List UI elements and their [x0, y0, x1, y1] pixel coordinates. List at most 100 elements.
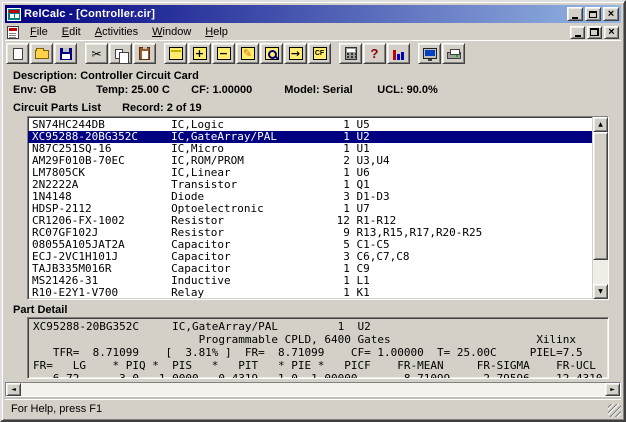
maximize-icon [589, 11, 597, 18]
record-card-button[interactable] [164, 43, 187, 64]
env-value: Env: GB [13, 84, 93, 96]
detail-line: TFR= 8.71099 [ 3.81% ] FR= 8.71099 CF= 1… [33, 346, 608, 359]
status-text: For Help, press F1 [11, 403, 102, 415]
cell-refs: C9 [350, 263, 592, 275]
cell-refs: L1 [350, 275, 592, 287]
new-button[interactable] [6, 43, 29, 64]
table-row[interactable]: TAJB335M016RCapacitor1C9 [32, 263, 592, 275]
copy-button[interactable] [109, 43, 132, 64]
cut-button[interactable]: ✂ [85, 43, 108, 64]
help-button[interactable]: ? [363, 43, 386, 64]
status-bar: For Help, press F1 [5, 399, 621, 417]
cell-category: Relay [171, 287, 337, 299]
open-button[interactable] [30, 43, 53, 64]
horizontal-scrollbar[interactable]: ◄ ► [5, 382, 621, 397]
part-detail-label: Part Detail [5, 304, 621, 316]
mdi-close-icon: × [608, 27, 614, 37]
cell-refs: U3,U4 [350, 155, 592, 167]
table-row[interactable]: AM29F010B-70ECIC,ROM/PROM2U3,U4 [32, 155, 592, 167]
vertical-scrollbar[interactable]: ▲ ▼ [592, 117, 608, 299]
resize-grip[interactable] [608, 404, 621, 417]
scrollbar-thumb[interactable] [593, 132, 608, 260]
save-button[interactable] [54, 43, 77, 64]
document-icon[interactable] [7, 26, 19, 39]
table-row[interactable]: 2N2222ATransistor1Q1 [32, 179, 592, 191]
document-area: Description: Controller Circuit Card Env… [5, 66, 621, 397]
cell-part: R10-E2Y1-V700 [32, 287, 171, 299]
paste-button[interactable] [133, 43, 156, 64]
scroll-left-button[interactable]: ◄ [6, 383, 21, 396]
delete-record-button[interactable]: − [212, 43, 235, 64]
arrow-down-icon: ▼ [598, 289, 603, 295]
table-row[interactable]: R10-E2Y1-V700Relay1K1 [32, 287, 592, 299]
calculator-icon [345, 47, 357, 60]
menu-file[interactable]: File [23, 25, 55, 40]
chart-button[interactable] [387, 43, 410, 64]
new-file-icon [13, 48, 23, 60]
goto-button[interactable]: → [284, 43, 307, 64]
print-preview-button[interactable] [418, 43, 441, 64]
edit-record-button[interactable]: ✎ [236, 43, 259, 64]
printer-icon [447, 52, 461, 59]
cell-qty: 1 [337, 287, 350, 299]
open-folder-icon [35, 50, 49, 59]
question-mark-icon: ? [371, 47, 379, 60]
part-detail-lines: XC95288-20BG352C IC,GateArray/PAL 1 U2 P… [33, 320, 608, 379]
horizontal-scrollbar-track[interactable] [21, 383, 605, 396]
close-button[interactable]: × [603, 7, 619, 21]
cell-refs: C6,C7,C8 [350, 251, 592, 263]
table-row[interactable]: 1N4148Diode3D1-D3 [32, 191, 592, 203]
detail-line: FR= LG * PIQ * PIS * PIT * PIE * PICF FR… [33, 359, 608, 372]
cell-refs: D1-D3 [350, 191, 592, 203]
app-window: RelCalc - [Controller.cir] × File Edit A… [0, 0, 626, 422]
table-row[interactable]: XC95288-20BG352CIC,GateArray/PAL1U2 [28, 131, 592, 143]
detail-line: 6.72 3.0 1.0000 0.4319 1.0 1.00000 8.710… [33, 372, 608, 379]
calculate-button[interactable] [339, 43, 362, 64]
minus-icon: − [217, 47, 231, 60]
arrow-right-icon: → [289, 47, 303, 60]
description-line: Description: Controller Circuit Card [5, 70, 621, 82]
table-row[interactable]: LM7805CKIC,Linear1U6 [32, 167, 592, 179]
scroll-down-button[interactable]: ▼ [593, 284, 608, 299]
ucl-value: UCL: 90.0% [377, 84, 438, 96]
detail-line: Programmable CPLD, 6400 Gates Xilinx [33, 333, 608, 346]
minimize-button[interactable] [567, 7, 583, 21]
app-icon[interactable] [7, 8, 21, 21]
maximize-button[interactable] [585, 7, 601, 21]
mdi-restore-button[interactable] [587, 26, 602, 39]
parts-list: SN74HC244DBIC,Logic1U5XC95288-20BG352CIC… [27, 116, 609, 300]
menu-help[interactable]: Help [198, 25, 235, 40]
add-record-button[interactable]: + [188, 43, 211, 64]
mdi-close-button[interactable]: × [604, 26, 619, 39]
cell-refs: U5 [350, 119, 592, 131]
parts-list-rows: SN74HC244DBIC,Logic1U5XC95288-20BG352CIC… [28, 117, 592, 299]
temp-value: Temp: 25.00 C [96, 84, 188, 96]
bar-chart-icon [393, 48, 404, 60]
cell-refs: U6 [350, 167, 592, 179]
mdi-minimize-button[interactable] [570, 26, 585, 39]
table-row[interactable]: ECJ-2VC1H101JCapacitor3C6,C7,C8 [32, 251, 592, 263]
model-value: Model: Serial [284, 84, 374, 96]
scroll-up-button[interactable]: ▲ [593, 117, 608, 132]
magnifier-icon [265, 47, 279, 60]
title-bar: RelCalc - [Controller.cir] × [5, 5, 621, 23]
menu-window[interactable]: Window [145, 25, 198, 40]
pencil-icon: ✎ [241, 47, 255, 60]
print-button[interactable] [442, 43, 465, 64]
mdi-restore-icon [590, 28, 599, 36]
scrollbar-track[interactable] [593, 260, 608, 284]
menu-activities[interactable]: Activities [88, 25, 145, 40]
cf-notebook-icon: CF [313, 47, 327, 60]
detail-line: XC95288-20BG352C IC,GateArray/PAL 1 U2 [33, 320, 608, 333]
table-row[interactable]: CR1206-FX-1002Resistor12R1-R12 [32, 215, 592, 227]
arrow-left-icon: ◄ [11, 387, 16, 393]
monitor-icon [423, 48, 437, 59]
window-title: RelCalc - [Controller.cir] [24, 8, 564, 20]
scroll-right-button[interactable]: ► [605, 383, 620, 396]
record-counter: Record: 2 of 19 [122, 102, 201, 114]
cf-notebook-button[interactable]: CF [308, 43, 331, 64]
find-button[interactable] [260, 43, 283, 64]
cell-refs: K1 [350, 287, 592, 299]
part-detail-panel: XC95288-20BG352C IC,GateArray/PAL 1 U2 P… [27, 317, 609, 379]
menu-edit[interactable]: Edit [55, 25, 88, 40]
